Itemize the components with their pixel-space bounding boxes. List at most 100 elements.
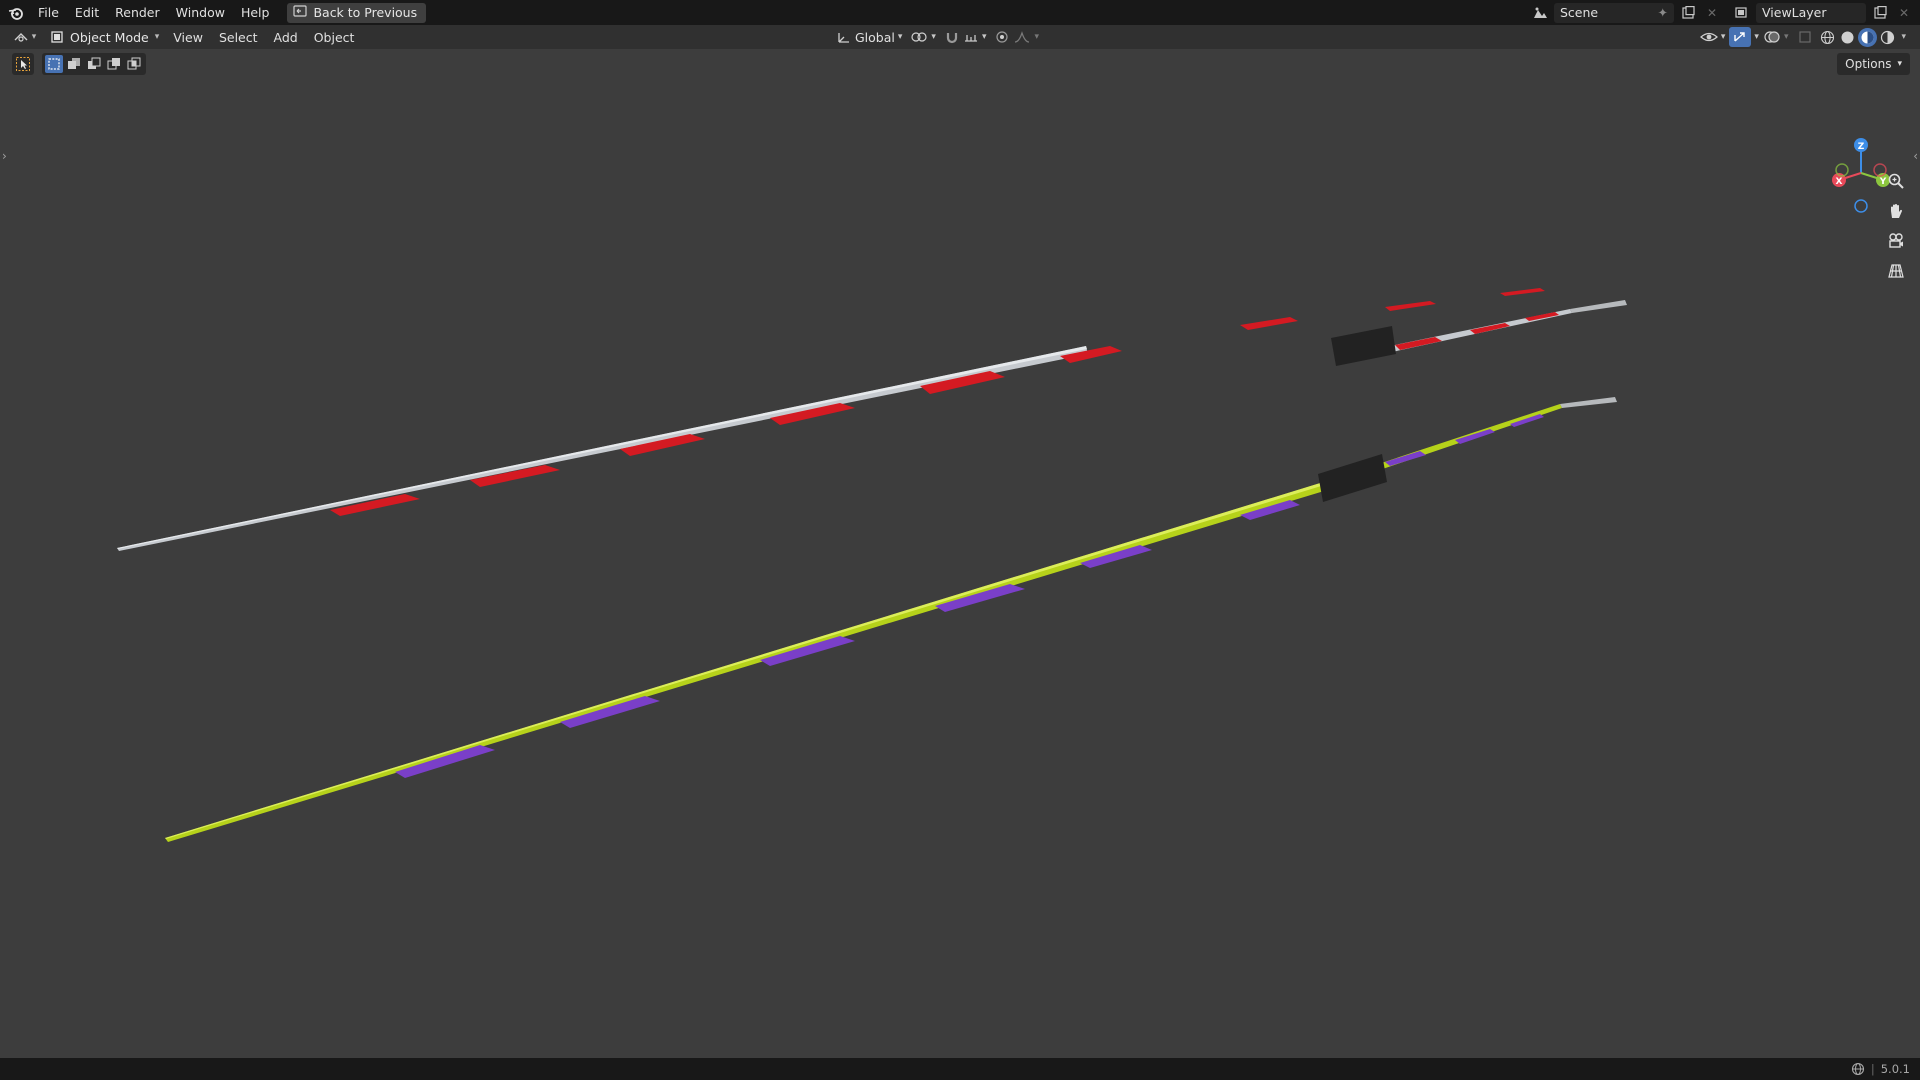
menu-select[interactable]: Select: [211, 30, 266, 45]
status-bar: | 5.0.1: [0, 1058, 1920, 1080]
top-bar: File Edit Render Window Help Back to Pre…: [0, 0, 1920, 25]
new-view-layer-icon[interactable]: [1870, 3, 1890, 23]
chevron-down-icon: ▾: [897, 32, 903, 42]
tail-red-stripes: [1395, 312, 1559, 350]
chevron-down-icon: ▾: [981, 32, 987, 42]
pivot-point-icon: [911, 32, 928, 42]
toolbar-expand-arrow-icon[interactable]: ›: [2, 149, 7, 163]
transform-orientation-dropdown[interactable]: Global ▾: [836, 27, 902, 47]
snap-toggle[interactable]: ▾: [944, 27, 987, 47]
viewport-header: ▾ Object Mode ▾ View Select Add Object G…: [0, 25, 1920, 49]
object-visibility-dropdown[interactable]: ▾: [1699, 27, 1726, 47]
chevron-down-icon: ▾: [1897, 59, 1902, 69]
menu-object[interactable]: Object: [306, 30, 363, 45]
tool-settings-row: [12, 53, 146, 75]
view-layer-field[interactable]: ViewLayer: [1756, 2, 1866, 23]
chevron-down-icon: ▾: [1034, 32, 1039, 42]
shading-options-chevron-icon[interactable]: ▾: [1901, 32, 1906, 42]
viewport-canvas: [117, 288, 1627, 842]
menu-edit[interactable]: Edit: [67, 0, 107, 25]
select-intersect-icon[interactable]: [125, 55, 143, 73]
blender-logo-icon[interactable]: [2, 0, 30, 25]
back-screen-icon: [293, 5, 308, 20]
eye-icon: [1699, 32, 1718, 42]
snap-increment-icon: [964, 35, 977, 42]
xray-icon: [1799, 31, 1812, 43]
javelin-shaft-yellow-highlight: [165, 480, 1331, 839]
chevron-down-icon: ▾: [154, 32, 160, 42]
object-mode-label: Object Mode: [70, 29, 149, 45]
transform-orientation-label: Global: [855, 29, 895, 45]
menu-view[interactable]: View: [165, 30, 211, 45]
pin-icon[interactable]: ✦: [1658, 5, 1668, 20]
editor-type-icon: [14, 33, 28, 42]
view-layer-name: ViewLayer: [1762, 5, 1827, 20]
delete-view-layer-icon[interactable]: ✕: [1894, 3, 1914, 23]
cursor-icon: [16, 57, 30, 71]
scene-selector-icon[interactable]: [1530, 3, 1550, 23]
select-new-icon[interactable]: [45, 55, 63, 73]
overlays-icon: [1764, 31, 1780, 43]
select-invert-icon[interactable]: [105, 55, 123, 73]
back-to-previous-label: Back to Previous: [313, 5, 418, 20]
magnet-icon: [946, 33, 958, 44]
chevron-down-icon: ▾: [1754, 32, 1759, 42]
shading-mode-group: [1818, 27, 1897, 47]
chevron-down-icon: ▾: [1720, 32, 1726, 42]
solid-shading-icon[interactable]: [1838, 28, 1857, 47]
select-extend-icon[interactable]: [65, 55, 83, 73]
menu-help[interactable]: Help: [233, 0, 278, 25]
3d-viewport[interactable]: › ‹ Z Y X: [0, 49, 1920, 1058]
back-to-previous-button[interactable]: Back to Previous: [287, 2, 427, 23]
network-globe-icon[interactable]: [1851, 1062, 1865, 1076]
delete-scene-icon[interactable]: ✕: [1702, 3, 1722, 23]
rendered-shading-icon[interactable]: [1878, 28, 1897, 47]
chevron-down-icon: ▾: [31, 32, 37, 42]
select-box-tool-button[interactable]: [12, 53, 34, 75]
proportional-editing-icon: [996, 31, 1009, 43]
javelin-grip-yellow: [1318, 454, 1387, 502]
camera-view-icon[interactable]: [1882, 227, 1910, 255]
xray-toggle[interactable]: [1798, 27, 1814, 47]
falloff-curve-icon: [1015, 31, 1030, 43]
options-dropdown[interactable]: Options ▾: [1837, 53, 1910, 75]
wireframe-shading-icon[interactable]: [1818, 28, 1837, 47]
orientation-axes-icon: [838, 33, 849, 43]
menu-file[interactable]: File: [30, 0, 67, 25]
menu-render[interactable]: Render: [107, 0, 168, 25]
new-scene-icon[interactable]: [1678, 3, 1698, 23]
object-mode-dropdown[interactable]: Object Mode ▾: [44, 27, 165, 47]
proportional-editing-toggle[interactable]: ▾: [994, 27, 1039, 47]
gizmo-x-label: X: [1836, 177, 1843, 187]
javelin-tip-yellow-right: [1560, 397, 1617, 408]
editor-type-selector[interactable]: ▾: [4, 25, 44, 49]
perspective-grid-icon[interactable]: [1882, 257, 1910, 285]
object-mode-icon: [51, 31, 63, 43]
scene-name-field[interactable]: Scene ✦: [1554, 2, 1674, 23]
options-label: Options: [1845, 57, 1892, 71]
menu-window[interactable]: Window: [168, 0, 233, 25]
blender-version: 5.0.1: [1880, 1062, 1910, 1076]
purple-stripes: [395, 500, 1300, 778]
chevron-down-icon: ▾: [1783, 32, 1789, 42]
view-layer-selector-icon[interactable]: [1732, 3, 1752, 23]
javelin-yellow-purple[interactable]: [165, 397, 1617, 842]
javelin-red-white[interactable]: [117, 288, 1627, 551]
material-preview-shading-icon[interactable]: [1858, 27, 1878, 47]
pivot-point-dropdown[interactable]: ▾: [910, 27, 936, 47]
zoom-icon[interactable]: [1882, 167, 1910, 195]
gizmo-neg-z-handle[interactable]: [1854, 199, 1868, 213]
pan-hand-icon[interactable]: [1882, 197, 1910, 225]
gizmo-z-label: Z: [1858, 142, 1865, 152]
javelin-grip-red: [1331, 326, 1396, 366]
selection-mode-group: [42, 53, 146, 75]
menu-add[interactable]: Add: [266, 30, 306, 45]
sidebar-expand-arrow-icon[interactable]: ‹: [1913, 149, 1918, 163]
gizmo-arrows-icon: [1734, 32, 1746, 42]
chevron-down-icon: ▾: [931, 32, 936, 42]
javelin-shaft-highlight: [117, 346, 1087, 549]
tail-purple-stripes: [1385, 414, 1544, 466]
gizmo-toggle[interactable]: ▾: [1729, 27, 1759, 47]
overlays-toggle[interactable]: ▾: [1763, 27, 1789, 47]
select-subtract-icon[interactable]: [85, 55, 103, 73]
